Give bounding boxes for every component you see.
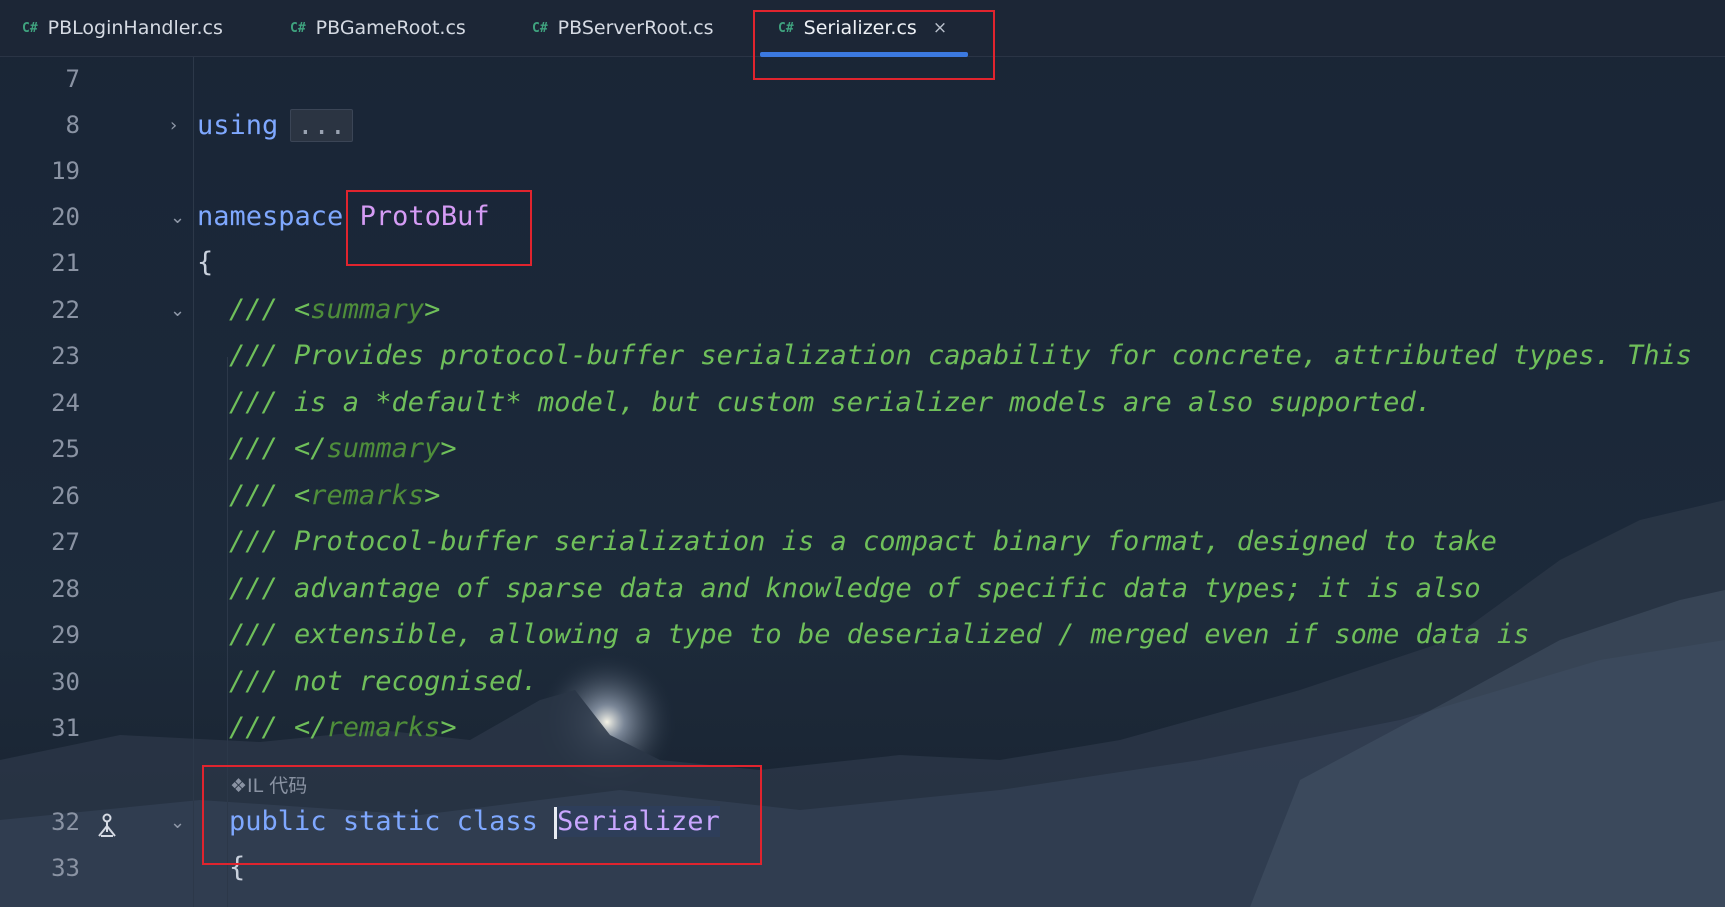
code-text: {: [229, 852, 246, 883]
code-text: /// <remarks>: [229, 480, 440, 511]
expand-fold-icon[interactable]: ›: [170, 115, 192, 137]
code-text: /// <summary>: [229, 294, 440, 325]
keyword: class: [456, 806, 538, 837]
code-line: 22 ⌄ /// <summary>: [0, 288, 1725, 334]
tab-pbloginhandler[interactable]: C# PBLoginHandler.cs: [22, 0, 223, 56]
doc-tag: remarks: [326, 712, 441, 743]
tab-pbserverroot[interactable]: C# PBServerRoot.cs: [532, 0, 714, 56]
code-text: public static class Serializer: [229, 806, 720, 839]
comment: /// Protocol-buffer serialization is a c…: [229, 526, 1497, 557]
csharp-file-icon: C#: [532, 20, 548, 36]
code-line: 23 /// Provides protocol-buffer serializ…: [0, 334, 1725, 380]
doc-tag: remarks: [310, 480, 425, 511]
class-name[interactable]: Serializer: [557, 806, 720, 837]
comment: /// advantage of sparse data and knowled…: [229, 573, 1481, 604]
code-line: 32 ⌄ public static class Serializer: [0, 800, 1725, 846]
code-line: 8 › using...: [0, 103, 1725, 149]
comment: /// is a *default* model, but custom ser…: [229, 387, 1432, 418]
code-line: 7: [0, 57, 1725, 103]
comment: >: [424, 480, 441, 511]
tab-label: PBServerRoot.cs: [557, 17, 714, 39]
line-number: 24: [51, 389, 80, 417]
code-text: namespace ProtoBuf: [197, 201, 490, 232]
line-number: 25: [51, 435, 80, 463]
line-number: 28: [51, 575, 80, 603]
csharp-file-icon: C#: [22, 20, 38, 36]
editor-tab-bar: C# PBLoginHandler.cs C# PBGameRoot.cs C#…: [0, 0, 1725, 57]
code-line: 33 {: [0, 846, 1725, 892]
collapse-fold-icon[interactable]: ⌄: [170, 300, 192, 322]
hierarchy-icon[interactable]: [94, 812, 120, 842]
comment: /// <: [229, 480, 311, 511]
line-number: 21: [51, 249, 80, 277]
line-number: 27: [51, 528, 80, 556]
code-text: {: [197, 247, 214, 278]
tab-serializer[interactable]: C# Serializer.cs ×: [778, 0, 947, 56]
keyword: namespace: [197, 201, 344, 232]
doc-tag: summary: [310, 294, 425, 325]
keyword: public: [229, 806, 327, 837]
code-line: 19: [0, 149, 1725, 195]
line-number: 7: [65, 65, 80, 93]
comment: >: [440, 433, 457, 464]
line-number: 20: [51, 203, 80, 231]
code-line: 20 ⌄ namespace ProtoBuf: [0, 195, 1725, 241]
tab-label: PBLoginHandler.cs: [47, 17, 223, 39]
keyword: using: [197, 110, 279, 141]
code-line: 28 /// advantage of sparse data and know…: [0, 567, 1725, 613]
code-text: /// </summary>: [229, 433, 457, 464]
comment: /// Provides protocol-buffer serializati…: [229, 340, 1692, 371]
active-tab-indicator: [760, 52, 968, 57]
code-text: using...: [197, 109, 354, 142]
comment: /// not recognised.: [229, 666, 538, 697]
il-code-hint[interactable]: ❖IL 代码: [230, 771, 307, 798]
comment: >: [424, 294, 441, 325]
code-line: 29 /// extensible, allowing a type to be…: [0, 613, 1725, 659]
line-number: 30: [51, 668, 80, 696]
code-line: 25 /// </summary>: [0, 427, 1725, 473]
collapse-fold-icon[interactable]: ⌄: [170, 207, 192, 229]
code-line: 26 /// <remarks>: [0, 474, 1725, 520]
comment: >: [440, 712, 457, 743]
code-line: 24 /// is a *default* model, but custom …: [0, 381, 1725, 427]
keyword: static: [342, 806, 441, 837]
tab-pbgameroot[interactable]: C# PBGameRoot.cs: [290, 0, 466, 56]
tab-label: Serializer.cs: [803, 17, 917, 39]
namespace-name: ProtoBuf: [359, 201, 490, 232]
line-number: 33: [51, 854, 80, 882]
line-number: 31: [51, 714, 80, 742]
line-number: 8: [65, 111, 80, 139]
close-icon[interactable]: ×: [933, 18, 947, 38]
tab-label: PBGameRoot.cs: [315, 17, 466, 39]
doc-tag: summary: [326, 433, 441, 464]
collapse-fold-icon[interactable]: ⌄: [170, 812, 192, 834]
code-line: 27 /// Protocol-buffer serialization is …: [0, 520, 1725, 566]
line-number: 23: [51, 342, 80, 370]
line-number: 22: [51, 296, 80, 324]
comment: /// </: [229, 433, 327, 464]
line-number: 26: [51, 482, 80, 510]
code-text: /// </remarks>: [229, 712, 457, 743]
line-number: 19: [51, 157, 80, 185]
line-number: 32: [51, 808, 80, 836]
code-line: 21 {: [0, 241, 1725, 287]
comment: /// <: [229, 294, 311, 325]
comment: /// extensible, allowing a type to be de…: [229, 619, 1530, 650]
code-line: 30 /// not recognised.: [0, 660, 1725, 706]
folded-imports[interactable]: ...: [290, 109, 354, 142]
code-line: 31 /// </remarks>: [0, 706, 1725, 752]
line-number: 29: [51, 621, 80, 649]
comment: /// </: [229, 712, 327, 743]
csharp-file-icon: C#: [290, 20, 306, 36]
csharp-file-icon: C#: [778, 20, 794, 36]
